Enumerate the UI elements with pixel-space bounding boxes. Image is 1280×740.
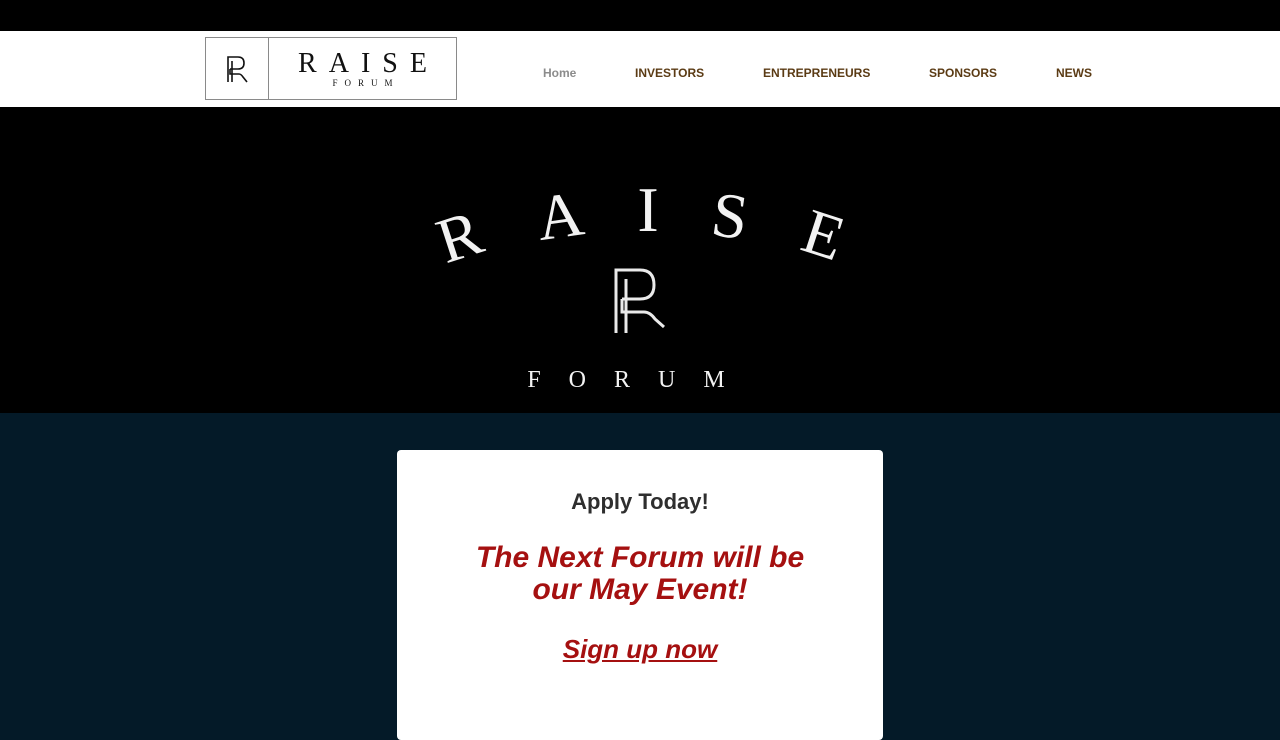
hero-arc-letter-e: E [794,195,853,275]
nav-sponsors[interactable]: SPONSORS [929,66,997,80]
hero-rf-monogram-icon [614,268,665,333]
apply-heading: Apply Today! [571,489,709,514]
hero-banner: R A I S E FORUM [0,107,1280,413]
hero-arc-letter-s: S [707,178,752,253]
next-forum-announcement: The Next Forum will be our May Event! [397,542,883,606]
top-black-bar [0,0,1280,31]
hero-logo: R A I S E FORUM [428,174,853,393]
next-forum-line-1: The Next Forum will be [475,541,805,574]
signup-container: Sign up now [397,634,883,664]
hero-forum-word: FORUM [527,367,752,393]
next-forum-line-2: our May Event! [532,573,748,606]
nav-investors[interactable]: INVESTORS [635,66,704,80]
site-header: RAISE FORUM Home INVESTORS ENTREPRENEURS… [0,31,1280,107]
hero-arc-letter-i: I [637,174,658,245]
signup-link[interactable]: Sign up now [563,634,718,664]
nav-news[interactable]: NEWS [1056,66,1092,80]
nav-entrepreneurs[interactable]: ENTREPRENEURS [763,66,870,80]
hero-arc-letter-a: A [532,177,588,254]
apply-card: Apply Today! The Next Forum will be our … [397,450,883,740]
hero-arc-letter-r: R [428,196,491,277]
main-nav: Home INVESTORS ENTREPRENEURS SPONSORS NE… [0,31,1280,107]
nav-home[interactable]: Home [543,66,576,80]
